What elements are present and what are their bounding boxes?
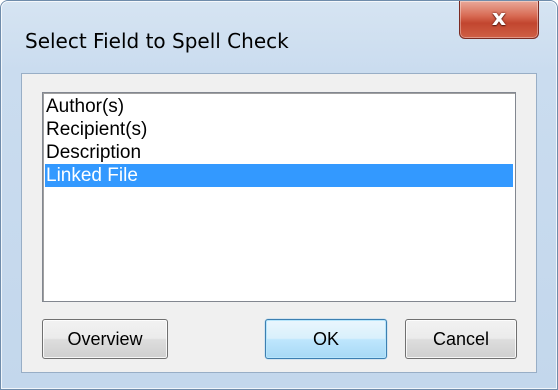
close-icon: x (491, 5, 507, 31)
list-item-author[interactable]: Author(s) (45, 95, 513, 118)
overview-button[interactable]: Overview (42, 319, 168, 359)
field-listbox[interactable]: Author(s) Recipient(s) Description Linke… (42, 92, 516, 302)
cancel-button[interactable]: Cancel (405, 319, 517, 359)
ok-button[interactable]: OK (265, 319, 387, 359)
close-button[interactable]: x (459, 1, 539, 39)
list-item-recipient[interactable]: Recipient(s) (45, 118, 513, 141)
list-item-description[interactable]: Description (45, 141, 513, 164)
dialog-title: Select Field to Spell Check (25, 29, 289, 53)
list-item-linked-file[interactable]: Linked File (45, 164, 513, 187)
dialog-content: Author(s) Recipient(s) Description Linke… (21, 73, 537, 373)
spell-check-dialog: Select Field to Spell Check x Author(s) … (0, 0, 558, 390)
